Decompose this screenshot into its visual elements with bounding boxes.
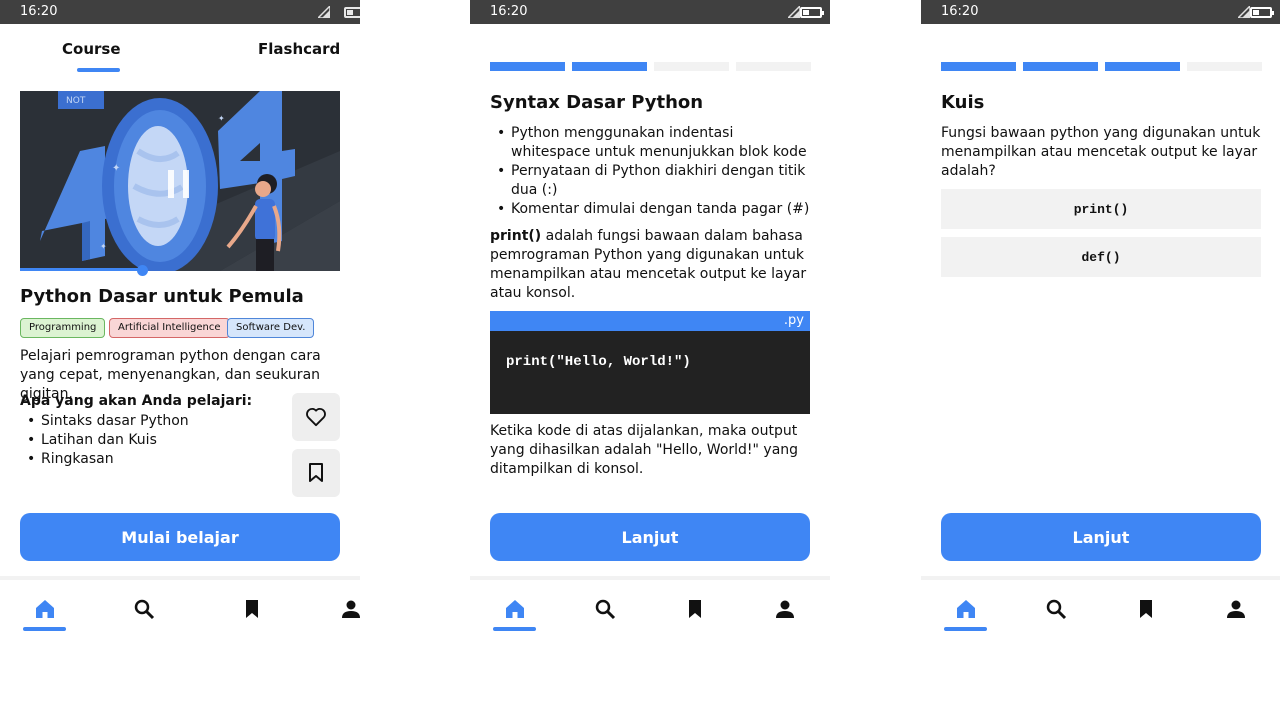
search-icon[interactable] — [132, 597, 156, 621]
code-file-extension: .py — [490, 311, 810, 331]
svg-text:✦: ✦ — [218, 114, 225, 123]
lesson-screen: 16:20 Syntax Dasar Python Python menggun… — [470, 0, 830, 720]
quiz-screen: 16:20 Kuis Fungsi bawaan python yang dig… — [921, 0, 1280, 720]
active-nav-indicator — [493, 627, 536, 631]
start-learning-button[interactable]: Mulai belajar — [20, 513, 340, 561]
bookmark-icon[interactable] — [1134, 597, 1158, 621]
code-text: print("Hello, World!") — [506, 354, 691, 370]
profile-icon[interactable] — [1224, 597, 1248, 621]
bottom-nav — [921, 580, 1280, 640]
profile-icon[interactable] — [773, 597, 797, 621]
lesson-title: Syntax Dasar Python — [490, 92, 704, 113]
status-bar: 16:20 — [0, 0, 360, 24]
video-scrubber-handle[interactable] — [137, 265, 148, 276]
list-item: Python menggunakan indentasi whitespace … — [490, 124, 810, 162]
bookmark-icon[interactable] — [683, 597, 707, 621]
signal-icon — [1238, 6, 1250, 18]
tab-course[interactable]: Course — [62, 40, 121, 58]
svg-text:✦: ✦ — [112, 163, 120, 174]
status-time: 16:20 — [20, 4, 58, 19]
video-progress-bar — [20, 268, 142, 271]
progress-segment — [1105, 62, 1180, 71]
signal-icon — [788, 6, 800, 18]
progress-segment — [654, 62, 729, 71]
active-tab-indicator — [77, 68, 120, 72]
tag-software-dev[interactable]: Software Dev. — [227, 318, 315, 338]
heart-icon — [306, 408, 326, 427]
bookmark-outline-icon — [309, 463, 323, 482]
next-button[interactable]: Lanjut — [941, 513, 1261, 561]
progress-segment — [736, 62, 811, 71]
list-item: Sintaks dasar Python — [20, 412, 280, 431]
pause-icon[interactable] — [168, 170, 192, 198]
quiz-title: Kuis — [941, 92, 985, 113]
course-title: Python Dasar untuk Pemula — [20, 286, 304, 307]
progress-segment — [1023, 62, 1098, 71]
battery-icon — [344, 7, 360, 18]
status-bar: 16:20 — [921, 0, 1280, 24]
progress-segment — [572, 62, 647, 71]
bottom-nav — [470, 580, 830, 640]
quiz-option-print[interactable]: print() — [941, 189, 1261, 229]
tab-flashcard[interactable]: Flashcard — [258, 40, 340, 58]
tag-programming[interactable]: Programming — [20, 318, 106, 338]
status-time: 16:20 — [941, 4, 979, 19]
home-icon[interactable] — [954, 597, 978, 621]
learn-list: Sintaks dasar Python Latihan dan Kuis Ri… — [20, 412, 280, 469]
learn-heading: Apa yang akan Anda pelajari: — [20, 393, 253, 409]
list-item: Latihan dan Kuis — [20, 431, 280, 450]
active-nav-indicator — [944, 627, 987, 631]
status-time: 16:20 — [490, 4, 528, 19]
quiz-question: Fungsi bawaan python yang digunakan untu… — [941, 125, 1261, 179]
lesson-output-paragraph: Ketika kode di atas dijalankan, maka out… — [490, 423, 799, 477]
lesson-paragraph: print() adalah fungsi bawaan dalam bahas… — [490, 227, 815, 303]
course-screen: 16:20 Course Flashcard NOT ✦ ✦ ✦ Python … — [0, 0, 360, 720]
code-block: .py print("Hello, World!") — [490, 311, 810, 414]
svg-text:NOT: NOT — [66, 96, 86, 106]
lesson-bullets: Python menggunakan indentasi whitespace … — [490, 124, 810, 219]
search-icon[interactable] — [593, 597, 617, 621]
course-tabs: Course Flashcard — [0, 24, 360, 74]
search-icon[interactable] — [1044, 597, 1068, 621]
progress-segment — [490, 62, 565, 71]
favorite-button[interactable] — [292, 393, 340, 441]
battery-icon — [1250, 7, 1274, 18]
inline-code-term: print() — [490, 228, 542, 244]
svg-text:✦: ✦ — [100, 242, 107, 251]
quiz-option-def[interactable]: def() — [941, 237, 1261, 277]
active-nav-indicator — [23, 627, 66, 631]
bookmark-icon[interactable] — [240, 597, 264, 621]
bookmark-button[interactable] — [292, 449, 340, 497]
status-bar: 16:20 — [470, 0, 830, 24]
progress-segment — [1187, 62, 1262, 71]
tag-artificial-intelligence[interactable]: Artificial Intelligence — [109, 318, 230, 338]
home-icon[interactable] — [503, 597, 527, 621]
profile-icon[interactable] — [339, 597, 360, 621]
battery-icon — [800, 7, 824, 18]
home-icon[interactable] — [33, 597, 57, 621]
list-item: Komentar dimulai dengan tanda pagar (#) — [490, 200, 810, 219]
progress-segment — [941, 62, 1016, 71]
bottom-nav — [0, 580, 360, 640]
list-item: Pernyataan di Python diakhiri dengan tit… — [490, 162, 810, 200]
signal-icon — [318, 6, 330, 18]
list-item: Ringkasan — [20, 450, 280, 469]
next-button[interactable]: Lanjut — [490, 513, 810, 561]
